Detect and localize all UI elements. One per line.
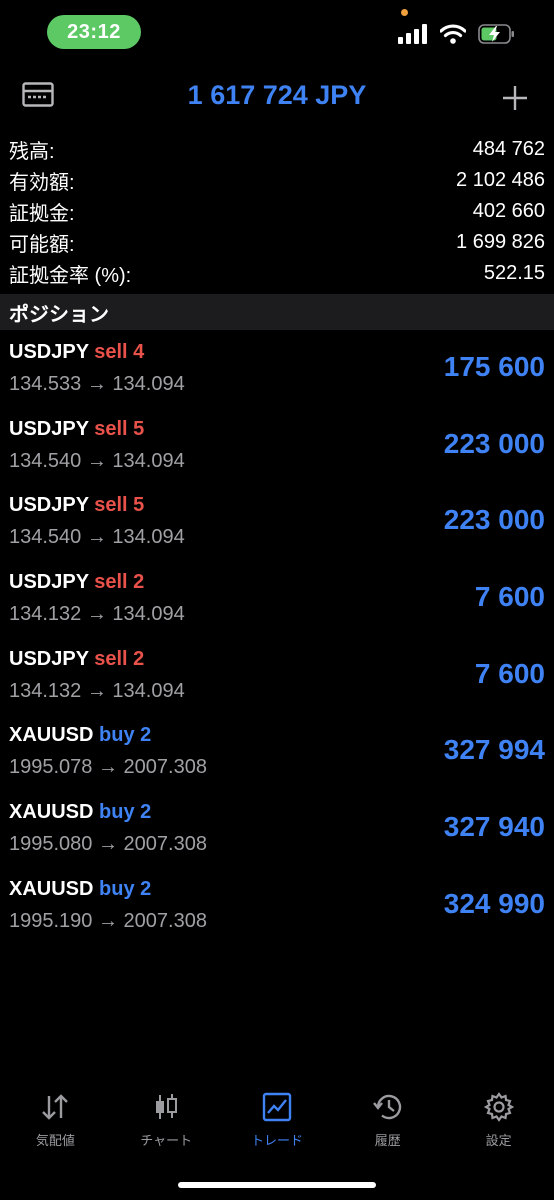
position-profit: 327 994 — [443, 734, 545, 766]
add-icon[interactable] — [501, 84, 529, 117]
position-prices: 134.540 → 134.094 — [9, 526, 185, 549]
positions-list: USDJPY sell 4 134.533 → 134.094 175 600 … — [0, 337, 554, 951]
summary-value: 1 699 826 — [456, 231, 545, 253]
position-symbol: USDJPY — [9, 647, 89, 670]
position-side: buy 2 — [99, 801, 152, 824]
position-row[interactable]: XAUUSD buy 2 1995.080 → 2007.308 327 940 — [0, 797, 554, 874]
position-symbol: XAUUSD — [9, 801, 94, 824]
position-prices: 1995.080 → 2007.308 — [9, 833, 207, 856]
account-summary: 残高: 484 762 有効額: 2 102 486 証拠金: 402 660 … — [0, 134, 554, 289]
status-time[interactable]: 23:12 — [47, 15, 141, 49]
position-title: XAUUSD buy 2 — [9, 724, 151, 747]
wifi-icon — [440, 24, 466, 44]
tab-chart[interactable]: チャート — [111, 1090, 222, 1160]
position-profit: 7 600 — [474, 657, 545, 689]
tab-label: 気配値 — [35, 1133, 75, 1148]
position-prices: 134.540 → 134.094 — [9, 449, 185, 472]
trade-chart-icon — [262, 1090, 292, 1124]
summary-value: 402 660 — [472, 200, 545, 222]
status-icons — [398, 24, 516, 44]
position-prices: 134.132 → 134.094 — [9, 679, 185, 702]
position-prices: 134.533 → 134.094 — [9, 373, 185, 395]
tab-label: 設定 — [485, 1133, 512, 1148]
summary-row-margin: 証拠金: 402 660 — [0, 196, 554, 227]
position-row[interactable]: XAUUSD buy 2 1995.190 → 2007.308 324 990 — [0, 874, 554, 951]
positions-section-header: ポジション — [0, 294, 554, 330]
battery-charging-icon — [478, 24, 514, 44]
position-side: sell 2 — [94, 647, 145, 670]
position-symbol: USDJPY — [9, 417, 89, 440]
arrows-up-down-icon — [39, 1090, 71, 1124]
position-row[interactable]: USDJPY sell 2 134.132 → 134.094 7 600 — [0, 644, 554, 721]
summary-label: 証拠金率 (%): — [9, 265, 132, 287]
position-row[interactable]: USDJPY sell 2 134.132 → 134.094 7 600 — [0, 567, 554, 644]
summary-row-balance: 残高: 484 762 — [0, 134, 554, 165]
position-profit: 223 000 — [443, 504, 545, 536]
tab-settings[interactable]: 設定 — [443, 1090, 554, 1160]
tab-quotes[interactable]: 気配値 — [0, 1090, 111, 1160]
candlestick-icon — [151, 1090, 181, 1124]
summary-value: 484 762 — [472, 138, 545, 160]
summary-label: 有効額: — [9, 172, 75, 194]
position-side: sell 4 — [94, 341, 145, 363]
cellular-signal-icon — [398, 24, 427, 44]
position-row[interactable]: USDJPY sell 5 134.540 → 134.094 223 000 — [0, 490, 554, 567]
summary-label: 残高: — [9, 141, 55, 163]
account-equity-title[interactable]: 1 617 724 JPY — [0, 80, 554, 111]
position-title: XAUUSD buy 2 — [9, 878, 151, 901]
position-profit: 324 990 — [443, 887, 545, 919]
gear-icon — [483, 1090, 514, 1124]
position-side: sell 2 — [94, 571, 145, 594]
tab-bar: 気配値 チャート トレード 履歴 設定 — [0, 1090, 554, 1160]
position-title: XAUUSD buy 2 — [9, 801, 151, 824]
tab-history[interactable]: 履歴 — [332, 1090, 443, 1160]
position-symbol: XAUUSD — [9, 877, 94, 900]
position-side: buy 2 — [99, 877, 152, 900]
position-symbol: USDJPY — [9, 341, 89, 363]
status-bar: 23:12 — [0, 0, 554, 66]
tab-label: トレード — [250, 1133, 303, 1148]
position-profit: 327 940 — [443, 811, 545, 843]
tab-label: チャート — [140, 1133, 193, 1148]
position-title: USDJPY sell 5 — [9, 494, 144, 517]
position-profit: 175 600 — [443, 351, 545, 382]
summary-label: 証拠金: — [9, 203, 75, 225]
summary-row-margin-level: 証拠金率 (%): 522.15 — [0, 258, 554, 289]
position-symbol: XAUUSD — [9, 724, 94, 747]
position-side: sell 5 — [94, 494, 145, 517]
position-side: sell 5 — [94, 417, 145, 440]
privacy-indicator-dot — [401, 9, 408, 16]
position-profit: 223 000 — [443, 427, 545, 459]
summary-row-equity: 有効額: 2 102 486 — [0, 165, 554, 196]
summary-row-free-margin: 可能額: 1 699 826 — [0, 227, 554, 258]
position-prices: 1995.078 → 2007.308 — [9, 756, 207, 779]
position-symbol: USDJPY — [9, 494, 89, 517]
position-prices: 1995.190 → 2007.308 — [9, 909, 207, 932]
position-row[interactable]: USDJPY sell 4 134.533 → 134.094 175 600 — [0, 337, 554, 414]
history-icon — [372, 1090, 404, 1124]
position-row[interactable]: XAUUSD buy 2 1995.078 → 2007.308 327 994 — [0, 720, 554, 797]
summary-value: 522.15 — [483, 262, 545, 284]
position-row[interactable]: USDJPY sell 5 134.540 → 134.094 223 000 — [0, 414, 554, 491]
position-side: buy 2 — [99, 724, 152, 747]
position-title: USDJPY sell 2 — [9, 648, 144, 671]
position-prices: 134.132 → 134.094 — [9, 603, 185, 626]
header: 1 617 724 JPY — [0, 72, 554, 124]
position-title: USDJPY sell 4 — [9, 341, 144, 364]
position-symbol: USDJPY — [9, 571, 89, 594]
position-title: USDJPY sell 5 — [9, 418, 144, 441]
position-profit: 7 600 — [474, 581, 545, 613]
summary-label: 可能額: — [9, 234, 75, 256]
tab-label: 履歴 — [374, 1133, 401, 1148]
position-title: USDJPY sell 2 — [9, 571, 144, 594]
home-indicator[interactable] — [178, 1182, 376, 1188]
tab-trade[interactable]: トレード — [222, 1090, 333, 1160]
summary-value: 2 102 486 — [456, 169, 545, 191]
